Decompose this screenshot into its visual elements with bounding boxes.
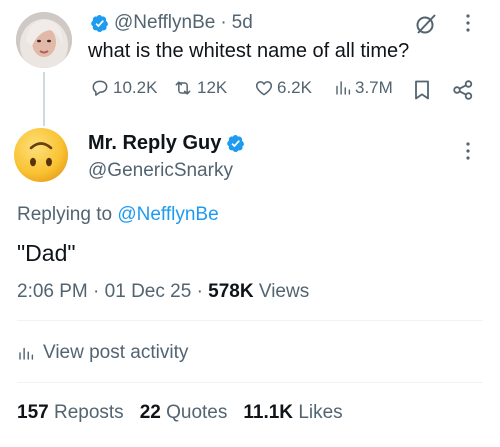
repost-action[interactable]: 12K — [172, 78, 227, 98]
repost-icon — [175, 81, 191, 95]
parent-tweet-header: @NefflynBe · 5d — [90, 12, 253, 34]
avatar-nefflynbe[interactable] — [16, 12, 72, 68]
separator-dot: · — [196, 281, 209, 302]
like-count: 6.2K — [277, 78, 312, 97]
verified-badge-icon — [91, 14, 109, 32]
views-count: 3.7M — [355, 78, 393, 97]
repost-count: 12K — [197, 78, 228, 97]
replying-to-prefix: Replying to — [17, 204, 113, 225]
activity-icon — [19, 347, 34, 360]
view-post-activity-label: View post activity — [43, 342, 189, 363]
like-action[interactable]: 6.2K — [254, 78, 312, 98]
avatar-photo-icon — [16, 12, 72, 68]
replying-to-line: Replying to @NefflynBe — [17, 204, 219, 226]
reply-action[interactable]: 10.2K — [90, 78, 157, 98]
reply-author-name[interactable]: Mr. Reply Guy — [88, 132, 221, 155]
likes-count: 11.1K — [243, 402, 294, 423]
separator-dot: · — [93, 281, 105, 302]
views-action[interactable]: 3.7M — [334, 78, 393, 98]
reply-tweet-text: "Dad" — [17, 240, 76, 266]
reposts-count: 157 — [17, 402, 49, 423]
parent-more-options-icon[interactable] — [458, 12, 478, 34]
reply-author-name-row: Mr. Reply Guy — [88, 132, 245, 155]
share-icon[interactable] — [452, 79, 474, 101]
view-post-activity-link[interactable]: View post activity — [17, 342, 188, 364]
like-icon — [255, 81, 273, 96]
reply-metadata: 2:06 PM · 01 Dec 25 · 578K Views — [17, 281, 309, 303]
likes-label: Likes — [298, 402, 343, 423]
reply-icon — [92, 80, 108, 96]
thread-connector-line — [43, 72, 45, 126]
parent-tweet-text: what is the whitest name of all time? — [88, 40, 410, 62]
divider — [17, 382, 483, 383]
parent-time[interactable]: 5d — [232, 12, 253, 34]
likes-stat[interactable]: 11.1K Likes — [243, 402, 342, 424]
reply-views-label: Views — [258, 281, 310, 302]
quotes-count: 22 — [139, 402, 161, 423]
divider — [17, 320, 483, 321]
replying-to-handle-link[interactable]: @NefflynBe — [117, 204, 218, 225]
grok-icon[interactable] — [414, 12, 438, 36]
parent-handle[interactable]: @NefflynBe — [114, 12, 215, 34]
verified-badge-icon — [227, 135, 245, 152]
reply-count: 10.2K — [113, 78, 158, 97]
quotes-stat[interactable]: 22 Quotes — [140, 402, 228, 424]
reply-more-options-icon[interactable] — [458, 140, 478, 162]
reply-views-count: 578K — [208, 281, 254, 302]
reposts-stat[interactable]: 157 Reposts — [17, 402, 124, 424]
views-icon — [336, 81, 351, 95]
reply-date[interactable]: 01 Dec 25 — [105, 281, 192, 302]
reply-author-handle[interactable]: @GenericSnarky — [88, 160, 233, 182]
reply-time[interactable]: 2:06 PM — [17, 281, 88, 302]
separator-dot: · — [220, 12, 227, 33]
reposts-label: Reposts — [53, 402, 124, 423]
upside-down-face-icon[interactable] — [12, 126, 70, 184]
engagement-stats: 157 Reposts 22 Quotes 11.1K Likes — [17, 402, 359, 424]
quotes-label: Quotes — [166, 402, 228, 423]
bookmark-icon[interactable] — [412, 79, 432, 101]
